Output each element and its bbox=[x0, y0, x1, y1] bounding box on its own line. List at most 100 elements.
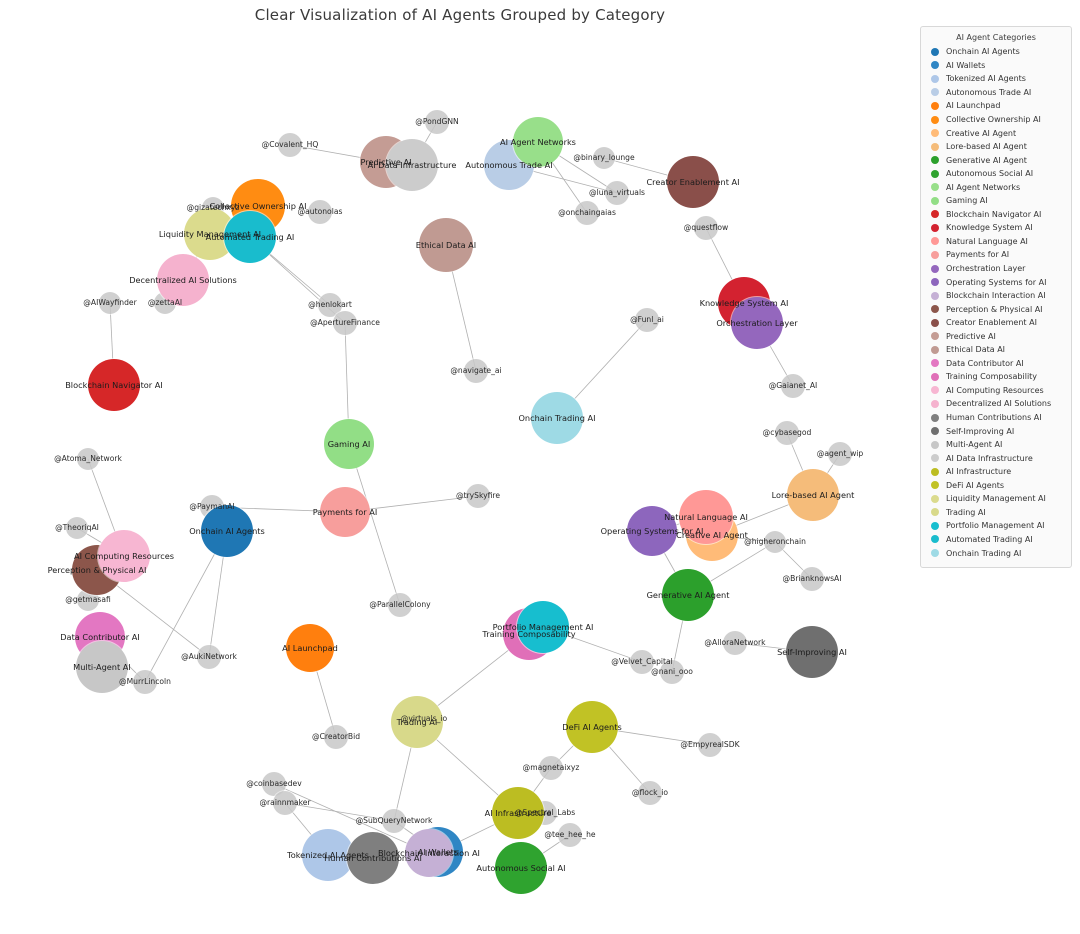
category-node[interactable] bbox=[98, 530, 150, 582]
handle-node[interactable] bbox=[764, 531, 786, 553]
legend-item[interactable]: Decentralized AI Solutions bbox=[927, 397, 1065, 411]
handle-node[interactable] bbox=[99, 292, 121, 314]
category-node[interactable] bbox=[787, 469, 839, 521]
legend-item[interactable]: AI Infrastructure bbox=[927, 465, 1065, 479]
legend-item[interactable]: Training Composability bbox=[927, 370, 1065, 384]
legend-item[interactable]: Portfolio Management AI bbox=[927, 519, 1065, 533]
category-node[interactable] bbox=[679, 490, 733, 544]
legend-item[interactable]: AI Data Infrastructure bbox=[927, 451, 1065, 465]
legend-item[interactable]: Trading AI bbox=[927, 506, 1065, 520]
handle-node[interactable] bbox=[197, 645, 221, 669]
legend-item[interactable]: Data Contributor AI bbox=[927, 357, 1065, 371]
legend-item[interactable]: Automated Trading AI bbox=[927, 533, 1065, 547]
category-node[interactable] bbox=[324, 419, 374, 469]
handle-node[interactable] bbox=[388, 593, 412, 617]
handle-node[interactable] bbox=[382, 809, 406, 833]
legend-item[interactable]: Lore-based AI Agent bbox=[927, 140, 1065, 154]
category-node[interactable] bbox=[157, 254, 209, 306]
category-node[interactable] bbox=[386, 139, 438, 191]
category-node[interactable] bbox=[88, 359, 140, 411]
category-node[interactable] bbox=[347, 832, 399, 884]
category-node[interactable] bbox=[492, 787, 544, 839]
handle-node[interactable] bbox=[605, 181, 629, 205]
handle-node[interactable] bbox=[539, 756, 563, 780]
legend-item[interactable]: AI Wallets bbox=[927, 59, 1065, 73]
handle-node[interactable] bbox=[558, 823, 582, 847]
legend-item[interactable]: Liquidity Management AI bbox=[927, 492, 1065, 506]
handle-node[interactable] bbox=[635, 308, 659, 332]
handle-node[interactable] bbox=[278, 133, 302, 157]
handle-node[interactable] bbox=[781, 374, 805, 398]
category-node[interactable] bbox=[320, 487, 370, 537]
category-node[interactable] bbox=[566, 701, 618, 753]
legend-item[interactable]: Autonomous Trade AI bbox=[927, 86, 1065, 100]
handle-node[interactable] bbox=[775, 421, 799, 445]
legend-item[interactable]: Generative AI Agent bbox=[927, 153, 1065, 167]
legend-item[interactable]: Human Contributions AI bbox=[927, 411, 1065, 425]
category-node[interactable] bbox=[224, 211, 276, 263]
legend-item[interactable]: AI Computing Resources bbox=[927, 384, 1065, 398]
legend-item[interactable]: Payments for AI bbox=[927, 248, 1065, 262]
category-node[interactable] bbox=[627, 506, 677, 556]
category-node[interactable] bbox=[391, 696, 443, 748]
category-node[interactable] bbox=[495, 842, 547, 894]
legend-item[interactable]: Perception & Physical AI bbox=[927, 302, 1065, 316]
legend-swatch-icon bbox=[931, 359, 939, 368]
category-node[interactable] bbox=[531, 392, 583, 444]
legend-item[interactable]: Orchestration Layer bbox=[927, 262, 1065, 276]
category-node[interactable] bbox=[517, 601, 569, 653]
handle-node[interactable] bbox=[800, 567, 824, 591]
handle-node[interactable] bbox=[324, 725, 348, 749]
legend-item[interactable]: Autonomous Social AI bbox=[927, 167, 1065, 181]
legend-item[interactable]: AI Launchpad bbox=[927, 99, 1065, 113]
category-node[interactable] bbox=[786, 626, 838, 678]
category-node[interactable] bbox=[667, 156, 719, 208]
category-node[interactable] bbox=[419, 218, 473, 272]
legend-item[interactable]: Predictive AI bbox=[927, 329, 1065, 343]
handle-node[interactable] bbox=[308, 200, 332, 224]
legend-item[interactable]: Gaming AI bbox=[927, 194, 1065, 208]
handle-node[interactable] bbox=[660, 660, 684, 684]
legend-item[interactable]: Operating Systems for AI bbox=[927, 275, 1065, 289]
handle-node[interactable] bbox=[638, 781, 662, 805]
legend-item-label: AI Data Infrastructure bbox=[946, 453, 1033, 463]
legend-item[interactable]: Onchain Trading AI bbox=[927, 546, 1065, 560]
handle-node[interactable] bbox=[333, 311, 357, 335]
legend-item[interactable]: AI Agent Networks bbox=[927, 180, 1065, 194]
handle-node[interactable] bbox=[273, 791, 297, 815]
legend-item[interactable]: Ethical Data AI bbox=[927, 343, 1065, 357]
handle-node[interactable] bbox=[694, 216, 718, 240]
handle-node[interactable] bbox=[630, 650, 654, 674]
handle-node[interactable] bbox=[425, 110, 449, 134]
handle-node[interactable] bbox=[66, 517, 88, 539]
legend-item[interactable]: Creator Enablement AI bbox=[927, 316, 1065, 330]
category-node[interactable] bbox=[76, 641, 128, 693]
handle-node[interactable] bbox=[723, 631, 747, 655]
category-node[interactable] bbox=[731, 297, 783, 349]
handle-node[interactable] bbox=[466, 484, 490, 508]
legend-item[interactable]: Multi-Agent AI bbox=[927, 438, 1065, 452]
legend-item[interactable]: Knowledge System AI bbox=[927, 221, 1065, 235]
category-node[interactable] bbox=[513, 117, 563, 167]
legend-item[interactable]: Blockchain Interaction AI bbox=[927, 289, 1065, 303]
category-node[interactable] bbox=[286, 624, 334, 672]
legend-item[interactable]: Natural Language AI bbox=[927, 235, 1065, 249]
category-node[interactable] bbox=[405, 829, 453, 877]
handle-node[interactable] bbox=[464, 359, 488, 383]
category-node[interactable] bbox=[201, 505, 253, 557]
category-node[interactable] bbox=[662, 569, 714, 621]
legend-item[interactable]: Onchain AI Agents bbox=[927, 45, 1065, 59]
handle-node[interactable] bbox=[698, 733, 722, 757]
handle-node[interactable] bbox=[133, 670, 157, 694]
handle-node[interactable] bbox=[593, 147, 615, 169]
legend-item-label: Payments for AI bbox=[946, 250, 1010, 260]
handle-node[interactable] bbox=[828, 442, 852, 466]
handle-node[interactable] bbox=[77, 448, 99, 470]
legend-item[interactable]: DeFi AI Agents bbox=[927, 479, 1065, 493]
legend-item[interactable]: Tokenized AI Agents bbox=[927, 72, 1065, 86]
legend-item[interactable]: Self-Improving AI bbox=[927, 424, 1065, 438]
legend-item[interactable]: Blockchain Navigator AI bbox=[927, 208, 1065, 222]
legend-item[interactable]: Collective Ownership AI bbox=[927, 113, 1065, 127]
handle-node[interactable] bbox=[575, 201, 599, 225]
legend-item[interactable]: Creative AI Agent bbox=[927, 126, 1065, 140]
